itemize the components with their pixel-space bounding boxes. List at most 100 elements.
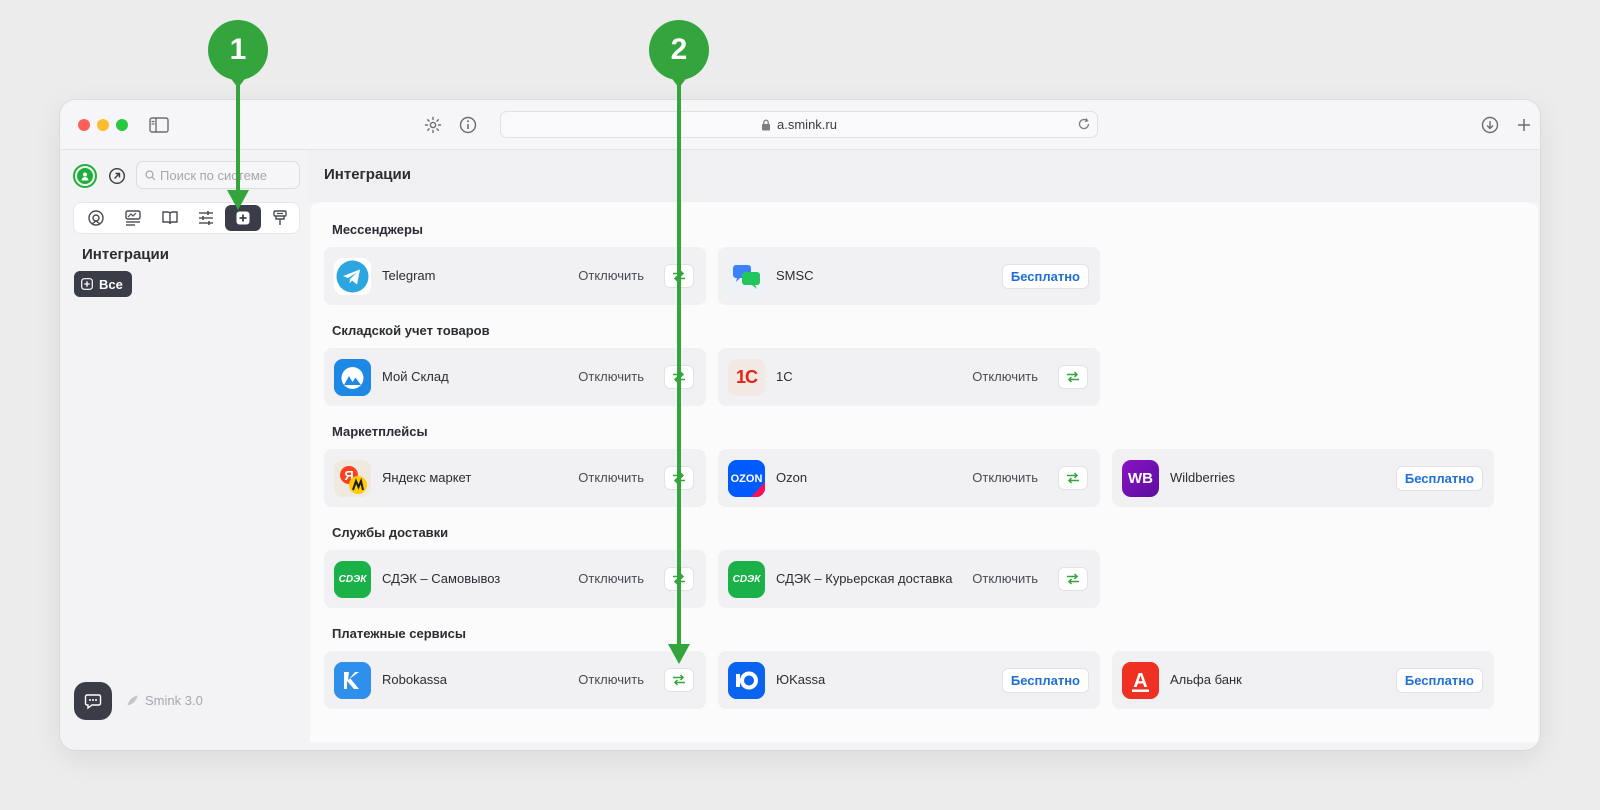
address-bar[interactable]: a.smink.ru (500, 111, 1098, 138)
moysklad-logo-icon (334, 359, 371, 396)
download-icon[interactable] (1477, 112, 1503, 138)
integration-settings-button[interactable] (664, 668, 694, 692)
sidebar: Интеграции Все Smink 3.0 (60, 150, 308, 750)
address-url: a.smink.ru (777, 117, 837, 132)
integration-name: Мой Склад (382, 369, 449, 384)
disable-link[interactable]: Отключить (972, 369, 1038, 384)
search-icon (145, 169, 156, 181)
integration-card-telegram[interactable]: Telegram Отключить (324, 247, 706, 305)
free-connect-button[interactable]: Бесплатно (1001, 668, 1089, 693)
robokassa-logo-icon (334, 662, 371, 699)
nav-marketing-icon[interactable] (262, 205, 298, 231)
section-title-warehouse: Складской учет товаров (332, 323, 490, 338)
yandex-market-logo-icon: Я (334, 460, 371, 497)
step-marker-1: 1 (208, 20, 268, 80)
integration-name: SMSC (776, 268, 814, 283)
reload-icon[interactable] (1077, 117, 1091, 131)
integration-settings-button[interactable] (1058, 567, 1088, 591)
nav-dashboard-icon[interactable] (78, 205, 114, 231)
step-arrow-1-line (236, 84, 240, 192)
nav-catalog-book-icon[interactable] (152, 205, 188, 231)
maximize-window-button[interactable] (116, 119, 128, 131)
integration-card-smsc[interactable]: SMSC Бесплатно (718, 247, 1100, 305)
integration-name: Яндекс маркет (382, 470, 472, 485)
section-title-marketplaces: Маркетплейсы (332, 424, 428, 439)
integration-settings-button[interactable] (1058, 365, 1088, 389)
section-title-messengers: Мессенджеры (332, 222, 423, 237)
plus-box-icon (81, 278, 93, 290)
browser-window: a.smink.ru Поиск по системе Интеграции В… (60, 100, 1540, 750)
step-marker-2: 2 (649, 20, 709, 80)
search-field[interactable] (136, 161, 300, 189)
page-title: Интеграции (324, 166, 411, 183)
smsc-logo-icon (728, 258, 765, 295)
leaf-icon (126, 694, 139, 707)
integration-name: ЮKassa (776, 672, 826, 687)
telegram-logo-icon (334, 258, 371, 295)
sidebar-toggle-icon[interactable] (146, 112, 172, 138)
alfa-bank-logo-icon: А (1122, 662, 1159, 699)
chat-support-button[interactable] (74, 682, 112, 720)
disable-link[interactable]: Отключить (578, 672, 644, 687)
info-icon[interactable] (455, 112, 481, 138)
integrations-content: Мессенджеры Складской учет товаров Марке… (310, 202, 1538, 742)
integration-name: Альфа банк (1170, 672, 1242, 687)
integration-name: Wildberries (1170, 470, 1236, 485)
page-header: Интеграции (308, 150, 1540, 202)
free-connect-button[interactable]: Бесплатно (1395, 466, 1483, 491)
integration-card-wildberries[interactable]: WB Wildberries Бесплатно (1112, 449, 1494, 507)
free-connect-button[interactable]: Бесплатно (1001, 264, 1089, 289)
disable-link[interactable]: Отключить (578, 268, 644, 283)
integration-card-cdek-courier[interactable]: СDЭК СДЭК – Курьерская доставка Отключит… (718, 550, 1100, 608)
app-version: Smink 3.0 (126, 693, 203, 708)
free-connect-button[interactable]: Бесплатно (1395, 668, 1483, 693)
svg-text:А: А (1133, 670, 1147, 692)
version-label: Smink 3.0 (145, 693, 203, 708)
all-integrations-label: Все (99, 276, 123, 292)
integration-card-yookassa[interactable]: ЮKassa Бесплатно (718, 651, 1100, 709)
disable-link[interactable]: Отключить (972, 571, 1038, 586)
integration-name: Telegram (382, 268, 436, 283)
settings-gear-icon[interactable] (420, 112, 446, 138)
step-arrow-2-line (677, 84, 681, 646)
search-input[interactable] (160, 167, 290, 183)
sidebar-section-title: Интеграции (82, 246, 169, 263)
integration-name: СДЭК – Самовывоз (382, 571, 501, 586)
ozon-logo-icon: OZON (728, 460, 765, 497)
wildberries-logo-icon: WB (1122, 460, 1159, 497)
step-arrow-2-head (668, 644, 690, 664)
module-nav-bar (73, 202, 300, 234)
cdek-logo-icon: СDЭК (728, 561, 765, 598)
integration-card-yandex-market[interactable]: Я Яндекс маркет Отключить (324, 449, 706, 507)
close-window-button[interactable] (78, 119, 90, 131)
user-avatar-icon[interactable] (73, 164, 97, 188)
integration-settings-button[interactable] (1058, 466, 1088, 490)
browser-titlebar: a.smink.ru (60, 100, 1540, 150)
cdek-logo-icon: СDЭК (334, 561, 371, 598)
nav-reports-icon[interactable] (115, 205, 151, 231)
integration-card-robokassa[interactable]: Robokassa Отключить (324, 651, 706, 709)
new-tab-icon[interactable] (1511, 112, 1537, 138)
integration-card-1c[interactable]: 1С 1С Отключить (718, 348, 1100, 406)
integration-card-cdek-pickup[interactable]: СDЭК СДЭК – Самовывоз Отключить (324, 550, 706, 608)
svg-text:OZON: OZON (731, 473, 763, 485)
integration-card-alfa-bank[interactable]: А Альфа банк Бесплатно (1112, 651, 1494, 709)
disable-link[interactable]: Отключить (578, 470, 644, 485)
chat-bubble-icon (84, 692, 102, 710)
1c-logo-icon: 1С (728, 359, 765, 396)
section-title-payments: Платежные сервисы (332, 626, 466, 641)
minimize-window-button[interactable] (97, 119, 109, 131)
integration-card-moysklad[interactable]: Мой Склад Отключить (324, 348, 706, 406)
integration-name: СДЭК – Курьерская доставка (776, 571, 953, 586)
integration-name: 1С (776, 369, 793, 384)
disable-link[interactable]: Отключить (578, 369, 644, 384)
open-external-icon[interactable] (106, 165, 128, 187)
integration-name: Robokassa (382, 672, 448, 687)
section-title-delivery: Службы доставки (332, 525, 449, 540)
nav-settings-sliders-icon[interactable] (188, 205, 224, 231)
disable-link[interactable]: Отключить (972, 470, 1038, 485)
yookassa-logo-icon (728, 662, 765, 699)
all-integrations-button[interactable]: Все (74, 271, 132, 297)
integration-card-ozon[interactable]: OZON Ozon Отключить (718, 449, 1100, 507)
disable-link[interactable]: Отключить (578, 571, 644, 586)
